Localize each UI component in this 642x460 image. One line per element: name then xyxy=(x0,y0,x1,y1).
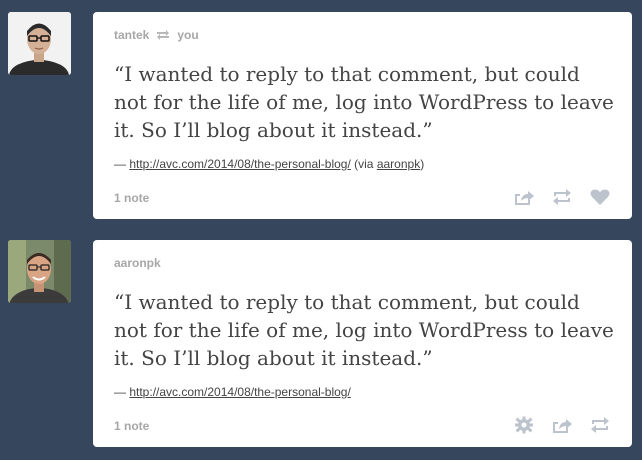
reblog-icon xyxy=(155,29,171,41)
post-card: aaronpk “I wanted to reply to that comme… xyxy=(93,240,632,447)
reblog-target[interactable]: you xyxy=(177,28,198,42)
author-name[interactable]: aaronpk xyxy=(114,256,161,270)
quote-text: “I wanted to reply to that comment, but … xyxy=(114,290,614,370)
post-actions xyxy=(513,416,611,434)
quote-source: — http://avc.com/2014/08/the-personal-bl… xyxy=(114,157,424,171)
post-header: tantek you xyxy=(114,28,199,42)
reblog-icon[interactable] xyxy=(589,416,611,434)
source-link[interactable]: http://avc.com/2014/08/the-personal-blog… xyxy=(129,385,350,399)
source-dash: — xyxy=(114,157,130,171)
notes-count[interactable]: 1 note xyxy=(114,419,149,433)
share-icon[interactable] xyxy=(551,416,573,434)
gear-icon[interactable] xyxy=(513,416,535,434)
like-icon[interactable] xyxy=(589,188,611,206)
author-name[interactable]: tantek xyxy=(114,28,149,42)
post-actions xyxy=(513,188,611,206)
quote-source: — http://avc.com/2014/08/the-personal-bl… xyxy=(114,385,351,399)
avatar-aaronpk[interactable] xyxy=(8,240,71,303)
reblog-icon[interactable] xyxy=(551,188,573,206)
via-link[interactable]: aaronpk xyxy=(377,157,420,171)
via-suffix: ) xyxy=(420,157,425,171)
via-prefix: (via xyxy=(350,157,377,171)
notes-count[interactable]: 1 note xyxy=(114,191,149,205)
share-icon[interactable] xyxy=(513,188,535,206)
post-card: tantek you “I wanted to reply to that co… xyxy=(93,12,632,219)
quote-text: “I wanted to reply to that comment, but … xyxy=(114,62,614,142)
avatar-tantek[interactable] xyxy=(8,12,71,75)
source-link[interactable]: http://avc.com/2014/08/the-personal-blog… xyxy=(129,157,350,171)
source-dash: — xyxy=(114,385,130,399)
post-header: aaronpk xyxy=(114,256,161,270)
